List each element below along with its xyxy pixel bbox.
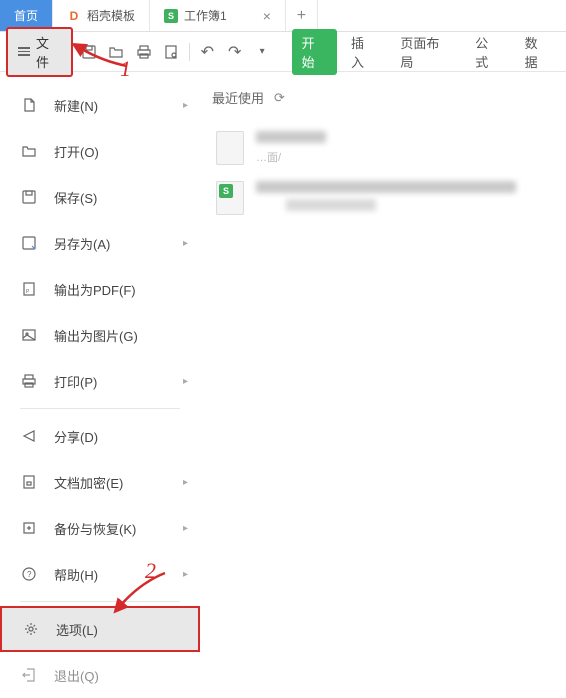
divider [20, 408, 180, 409]
folder-icon[interactable] [104, 40, 127, 64]
menu-export-image[interactable]: 输出为图片(G) [0, 312, 200, 358]
image-icon [20, 326, 38, 344]
pdf-icon: P [20, 280, 38, 298]
tab-workbook-label: 工作簿1 [184, 7, 227, 24]
ribbon-formula[interactable]: 公式 [465, 29, 510, 75]
menu-export-image-label: 输出为图片(G) [54, 326, 138, 345]
chevron-right-icon: ▸ [183, 523, 188, 534]
menu-save-as[interactable]: 另存为(A) ▸ [0, 220, 200, 266]
file-button-label: 文件 [36, 33, 61, 71]
recent-file-item[interactable] [212, 173, 554, 225]
file-thumb-icon [216, 131, 244, 165]
help-icon: ? [20, 565, 38, 583]
spreadsheet-icon: S [164, 9, 178, 23]
menu-share[interactable]: 分享(D) [0, 413, 200, 459]
backup-icon [20, 519, 38, 537]
print-menu-icon [20, 372, 38, 390]
menu-help-label: 帮助(H) [54, 565, 98, 584]
separator [189, 43, 190, 61]
chevron-right-icon: ▸ [183, 477, 188, 488]
file-menu-sidebar: 新建(N) ▸ 打开(O) 保存(S) 另存为(A) ▸ P 输出为PDF(F)… [0, 72, 200, 656]
divider [20, 601, 180, 602]
open-folder-icon [20, 142, 38, 160]
menu-encrypt-label: 文档加密(E) [54, 473, 123, 492]
ribbon-layout[interactable]: 页面布局 [390, 29, 461, 75]
menu-share-label: 分享(D) [54, 427, 98, 446]
spreadsheet-thumb-icon [216, 181, 244, 215]
lock-icon [20, 473, 38, 491]
menu-exit-label: 退出(Q) [54, 666, 99, 685]
recent-file-text: …面/ [256, 131, 550, 165]
tab-new[interactable]: + [286, 0, 318, 31]
menu-open[interactable]: 打开(O) [0, 128, 200, 174]
menu-new-label: 新建(N) [54, 96, 98, 115]
preview-icon[interactable] [159, 40, 182, 64]
menu-options-label: 选项(L) [56, 620, 98, 639]
tab-home-label: 首页 [14, 7, 38, 24]
svg-text:?: ? [27, 570, 32, 579]
template-icon: D [67, 9, 81, 23]
plus-icon: + [297, 7, 306, 25]
menu-options[interactable]: 选项(L) [0, 606, 200, 652]
exit-icon [20, 666, 38, 684]
menu-backup[interactable]: 备份与恢复(K) ▸ [0, 505, 200, 551]
chevron-right-icon: ▸ [183, 569, 188, 580]
menu-export-pdf-label: 输出为PDF(F) [54, 280, 136, 299]
recent-file-text [256, 181, 550, 217]
menu-print[interactable]: 打印(P) ▸ [0, 358, 200, 404]
dropdown-icon[interactable]: ▾ [250, 40, 273, 64]
svg-text:P: P [26, 289, 30, 295]
recent-panel: 最近使用 ⟳ …面/ [200, 72, 566, 656]
ribbon-insert[interactable]: 插入 [341, 29, 386, 75]
chevron-right-icon: ▸ [183, 100, 188, 111]
save-file-icon [20, 188, 38, 206]
gear-icon [22, 620, 40, 638]
menu-open-label: 打开(O) [54, 142, 99, 161]
file-button[interactable]: 文件 [6, 27, 73, 77]
recent-label: 最近使用 [212, 88, 264, 107]
undo-icon[interactable]: ↶ [196, 40, 219, 64]
menu-help[interactable]: ? 帮助(H) ▸ [0, 551, 200, 597]
ribbon-data[interactable]: 数据 [515, 29, 560, 75]
menu-print-label: 打印(P) [54, 372, 97, 391]
tab-template-label: 稻壳模板 [87, 7, 135, 24]
chevron-right-icon: ▸ [183, 238, 188, 249]
menu-export-pdf[interactable]: P 输出为PDF(F) [0, 266, 200, 312]
refresh-icon[interactable]: ⟳ [274, 90, 285, 106]
redo-icon[interactable]: ↷ [223, 40, 246, 64]
tab-workbook[interactable]: S 工作簿1 × [150, 0, 286, 31]
menu-encrypt[interactable]: 文档加密(E) ▸ [0, 459, 200, 505]
share-icon [20, 427, 38, 445]
save-icon[interactable] [77, 40, 100, 64]
menu-save-label: 保存(S) [54, 188, 97, 207]
chevron-right-icon: ▸ [183, 376, 188, 387]
menu-backup-label: 备份与恢复(K) [54, 519, 136, 538]
hamburger-icon [18, 47, 30, 56]
ribbon-start[interactable]: 开始 [292, 29, 337, 75]
new-file-icon [20, 96, 38, 114]
menu-save[interactable]: 保存(S) [0, 174, 200, 220]
menu-new[interactable]: 新建(N) ▸ [0, 82, 200, 128]
print-icon[interactable] [132, 40, 155, 64]
menu-exit[interactable]: 退出(Q) [0, 652, 200, 698]
save-as-icon [20, 234, 38, 252]
menu-save-as-label: 另存为(A) [54, 234, 110, 253]
close-icon[interactable]: × [263, 8, 271, 24]
recent-file-item[interactable]: …面/ [212, 123, 554, 173]
